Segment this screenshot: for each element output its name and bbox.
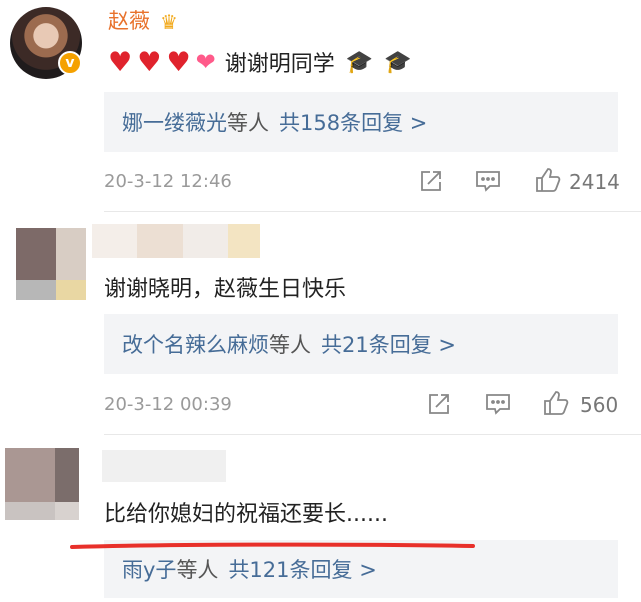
reply-summary[interactable]: 改个名辣么麻烦 等人 共21条回复 >: [104, 314, 618, 374]
like-count: 2414: [569, 170, 620, 194]
timestamp: 20-3-12 00:39: [104, 394, 232, 415]
reply-count[interactable]: 共21条回复 >: [321, 329, 456, 359]
divider: [104, 211, 641, 212]
red-underline-annotation: [70, 542, 475, 549]
share-icon[interactable]: [426, 391, 452, 417]
user-avatar-blurred[interactable]: [5, 448, 79, 520]
like-icon[interactable]: [542, 389, 570, 417]
reply-names[interactable]: 娜一缕薇光: [122, 107, 227, 137]
graduate-icon: 🎓: [345, 49, 374, 75]
comment-text: 比给你媳妇的祝福还要长......: [104, 502, 388, 527]
heart-icon: ♥: [166, 46, 191, 78]
comment-text-row: ♥ ♥ ♥ ❤ 谢谢明同学 🎓 🎓: [108, 45, 412, 79]
username-blurred[interactable]: [92, 224, 260, 258]
sparkling-heart-icon: ❤: [195, 48, 216, 76]
reply-others: 等人: [227, 111, 269, 135]
user-avatar-blurred[interactable]: [16, 228, 86, 300]
username[interactable]: 赵薇: [108, 5, 150, 35]
crown-icon: ♛: [160, 10, 178, 34]
username-blurred[interactable]: [102, 450, 226, 482]
reply-others: 等人: [176, 558, 219, 582]
graduate-icon: 🎓: [384, 49, 412, 75]
like-count: 560: [580, 393, 619, 417]
comment-text: 谢谢晓明，赵薇生日快乐: [104, 277, 347, 302]
timestamp: 20-3-12 12:46: [104, 171, 232, 192]
reply-others: 等人: [269, 333, 311, 357]
reply-count[interactable]: 共158条回复 >: [279, 107, 427, 137]
divider: [104, 434, 641, 435]
comment-text: 谢谢明同学: [224, 52, 335, 77]
verified-badge-icon: v: [58, 51, 82, 75]
heart-icon: ♥: [108, 46, 133, 78]
comment-icon[interactable]: [474, 168, 502, 194]
share-icon[interactable]: [418, 168, 444, 194]
like-icon[interactable]: [534, 166, 562, 194]
reply-names[interactable]: 改个名辣么麻烦: [122, 329, 269, 359]
comment-icon[interactable]: [484, 391, 512, 417]
heart-icon: ♥: [137, 46, 162, 78]
reply-names[interactable]: 雨y子: [122, 554, 176, 584]
reply-count[interactable]: 共121条回复 >: [228, 554, 376, 584]
reply-summary[interactable]: 娜一缕薇光 等人 共158条回复 >: [104, 92, 618, 152]
